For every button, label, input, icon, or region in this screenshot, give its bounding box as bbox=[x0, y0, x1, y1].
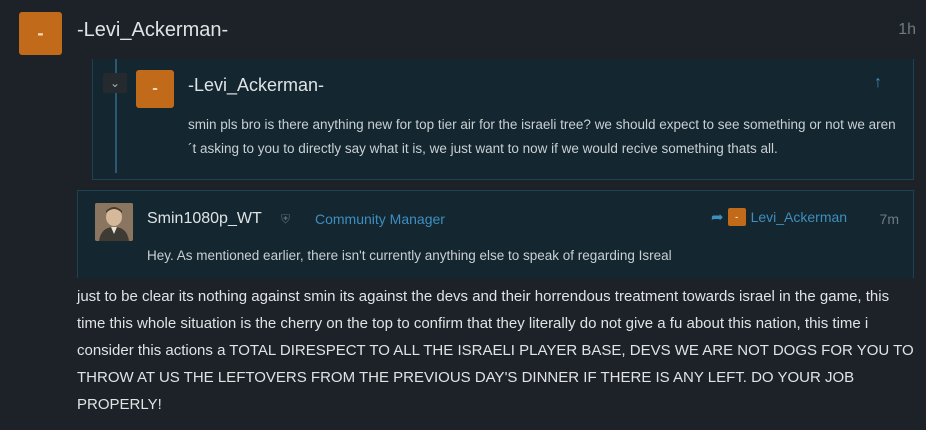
reply-block bbox=[77, 190, 914, 278]
reply-author-role: Community Manager bbox=[315, 211, 445, 227]
quote-author-avatar[interactable]: - bbox=[136, 70, 174, 108]
moderator-shield-icon: ⛨ bbox=[281, 212, 291, 226]
post-timestamp[interactable]: 1h bbox=[898, 21, 916, 39]
post-author-name[interactable]: -Levi_Ackerman- bbox=[77, 19, 228, 42]
reply-to-link[interactable]: ➦ - Levi_Ackerman bbox=[711, 208, 847, 226]
reply-author-avatar[interactable] bbox=[95, 203, 133, 241]
quote-text: smin pls bro is there anything new for t… bbox=[188, 117, 896, 156]
chevron-down-icon[interactable]: ⌄ bbox=[103, 73, 127, 93]
quote-author-name[interactable]: -Levi_Ackerman- bbox=[188, 75, 324, 96]
reply-to-name: Levi_Ackerman bbox=[750, 209, 848, 225]
arrow-up-icon[interactable]: ↑ bbox=[874, 74, 882, 92]
post-body: just to be clear its nothing against smi… bbox=[77, 288, 914, 413]
reply-author-name[interactable]: Smin1080p_WT bbox=[147, 210, 262, 228]
reply-to-avatar: - bbox=[727, 208, 746, 226]
reply-text: Hey. As mentioned earlier, there isn't c… bbox=[147, 248, 672, 263]
portrait-icon bbox=[95, 203, 133, 241]
reply-timestamp[interactable]: 7m bbox=[880, 211, 899, 227]
forum-page: - -Levi_Ackerman- 1h ⌄ - -Levi_Ackerman-… bbox=[0, 0, 926, 430]
post-author-avatar[interactable]: - bbox=[19, 12, 62, 55]
reply-arrow-icon: ➦ bbox=[711, 209, 724, 226]
